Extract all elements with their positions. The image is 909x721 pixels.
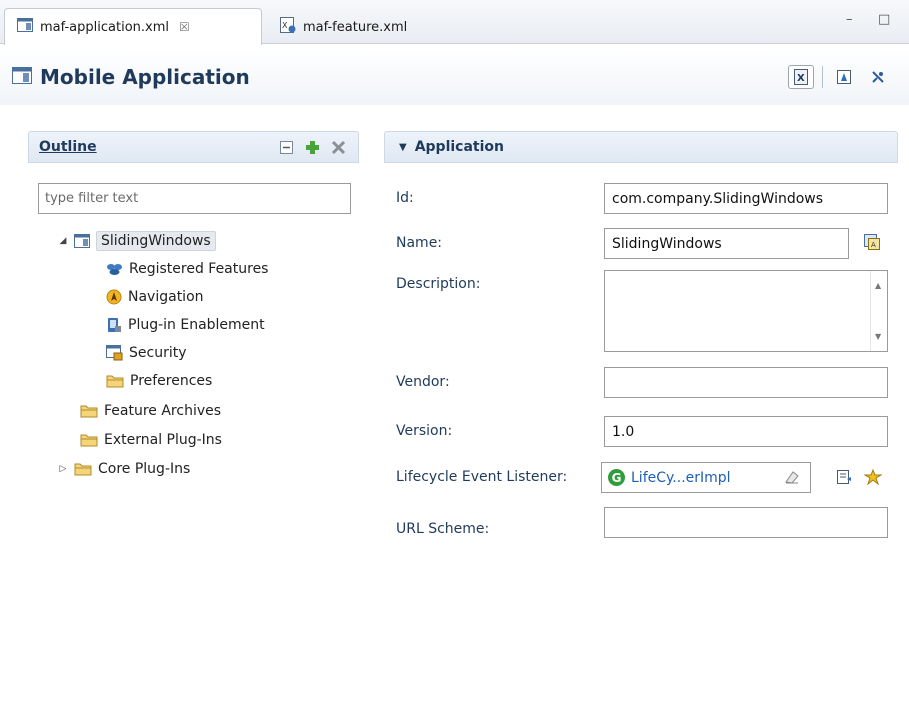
lifecycle-field[interactable]: G LifeCy...erImpl	[601, 462, 811, 493]
debug-icon[interactable]	[865, 65, 891, 89]
name-field[interactable]: SlidingWindows	[604, 228, 849, 259]
page-title: Mobile Application	[12, 65, 250, 89]
editor-header: Mobile Application X	[0, 45, 909, 105]
app-descriptor-icon	[74, 234, 90, 248]
tree-item-label: Core Plug-Ins	[98, 461, 191, 477]
add-icon[interactable]	[305, 140, 320, 159]
editor-tab-bar: maf-application.xml ☒ X maf-feature.xml …	[0, 0, 909, 45]
navigation-icon	[106, 289, 122, 305]
collapse-all-icon[interactable]	[279, 140, 294, 159]
svg-text:X: X	[797, 73, 805, 84]
tree-item-label: SlidingWindows	[96, 231, 216, 251]
app-descriptor-icon	[17, 18, 33, 36]
tree-item-external-plugins[interactable]: External Plug-Ins	[80, 427, 222, 453]
tree-item-label: Security	[129, 345, 187, 361]
toolbar-divider	[822, 66, 823, 88]
description-label: Description:	[396, 276, 481, 292]
outline-title: Outline	[39, 139, 97, 155]
plugin-icon	[106, 317, 122, 333]
lifecycle-label: Lifecycle Event Listener:	[396, 469, 568, 485]
id-label: Id:	[396, 190, 414, 206]
translate-icon[interactable]: A	[861, 231, 883, 253]
lifecycle-value[interactable]: LifeCy...erImpl	[631, 470, 731, 486]
expand-toggle-icon[interactable]: ◢	[56, 236, 70, 246]
folder-icon	[80, 433, 98, 447]
security-icon	[106, 345, 123, 361]
version-field[interactable]: 1.0	[604, 416, 888, 447]
folder-icon	[74, 462, 92, 476]
expand-toggle-icon[interactable]: ▷	[56, 464, 70, 474]
tree-item-label: Feature Archives	[104, 403, 222, 419]
tree-item-slidingwindows[interactable]: ◢ SlidingWindows	[56, 228, 216, 254]
tree-item-registered-features[interactable]: Registered Features	[106, 256, 268, 282]
vendor-field[interactable]	[604, 367, 888, 398]
scroll-up-icon[interactable]: ▲	[875, 281, 881, 290]
close-tab-icon[interactable]: ☒	[179, 20, 190, 34]
name-value: SlidingWindows	[612, 235, 722, 252]
outline-filter-input[interactable]	[38, 183, 351, 214]
scroll-down-icon[interactable]: ▼	[875, 332, 881, 341]
tab-label: maf-application.xml	[40, 19, 169, 35]
tree-item-label: Registered Features	[129, 261, 269, 277]
version-label: Version:	[396, 423, 453, 439]
tree-item-plugin-enablement[interactable]: Plug-in Enablement	[106, 312, 265, 338]
collapse-caret-icon[interactable]: ▼	[399, 142, 407, 153]
tree-item-preferences[interactable]: Preferences	[106, 368, 212, 394]
outline-header: Outline	[28, 131, 359, 163]
url-scheme-field[interactable]	[604, 507, 888, 538]
features-icon	[106, 262, 123, 276]
deploy-icon[interactable]	[831, 65, 857, 89]
edit-class-icon[interactable]	[833, 466, 855, 488]
feature-xml-icon: X	[280, 17, 296, 37]
tab-label: maf-feature.xml	[303, 19, 408, 35]
folder-icon	[106, 374, 124, 388]
description-scrollbar[interactable]: ▲ ▼	[870, 271, 887, 351]
version-value: 1.0	[612, 423, 635, 440]
tree-item-label: Navigation	[128, 289, 204, 305]
application-section-header[interactable]: ▼ Application	[384, 131, 898, 163]
source-view-icon[interactable]: X	[788, 65, 814, 89]
minimize-button[interactable]: –	[846, 12, 853, 27]
tab-maf-feature[interactable]: X maf-feature.xml	[268, 10, 468, 44]
svg-text:X: X	[282, 21, 288, 30]
tree-item-label: Plug-in Enablement	[128, 317, 265, 333]
application-title: Application	[414, 139, 505, 155]
generate-class-icon[interactable]	[862, 466, 884, 488]
id-value: com.company.SlidingWindows	[612, 190, 824, 207]
tree-item-feature-archives[interactable]: Feature Archives	[80, 398, 221, 424]
svg-text:A: A	[871, 241, 876, 249]
folder-icon	[80, 404, 98, 418]
id-field[interactable]: com.company.SlidingWindows	[604, 183, 888, 214]
clear-icon[interactable]	[784, 469, 800, 489]
app-descriptor-icon	[12, 65, 32, 89]
url-scheme-label: URL Scheme:	[396, 521, 490, 537]
tab-maf-application[interactable]: maf-application.xml ☒	[4, 8, 262, 45]
tree-item-label: Preferences	[130, 373, 213, 389]
tree-item-security[interactable]: Security	[106, 340, 187, 366]
tree-item-core-plugins[interactable]: ▷ Core Plug-Ins	[56, 456, 191, 482]
delete-icon[interactable]	[331, 140, 346, 159]
maximize-button[interactable]: □	[878, 12, 890, 27]
editor-title-text: Mobile Application	[40, 65, 250, 89]
vendor-label: Vendor:	[396, 374, 450, 390]
tree-item-label: External Plug-Ins	[104, 432, 222, 448]
class-icon: G	[608, 469, 625, 486]
description-field[interactable]: ▲ ▼	[604, 270, 888, 352]
name-label: Name:	[396, 235, 443, 251]
tree-item-navigation[interactable]: Navigation	[106, 284, 204, 310]
